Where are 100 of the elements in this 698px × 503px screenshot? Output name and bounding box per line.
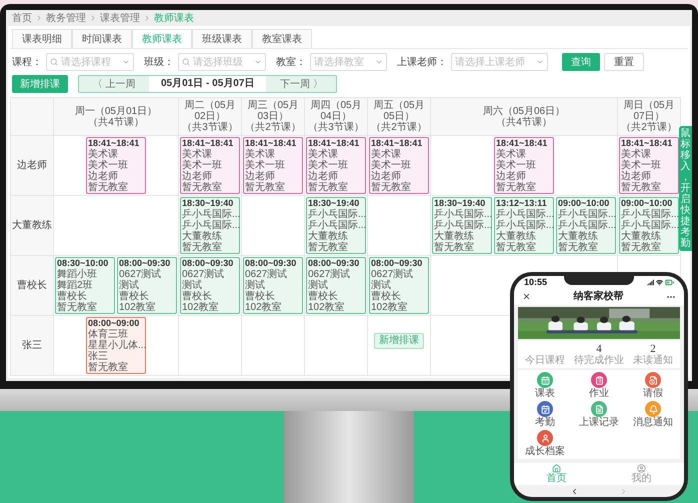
filter-label: 班级： (144, 56, 174, 70)
menu-item[interactable]: 上课记录 (572, 401, 626, 428)
lesson-text: 102教室 (182, 302, 220, 313)
tab[interactable]: 班级课表 (192, 29, 252, 48)
breadcrumb-link[interactable]: 首页 (12, 12, 32, 24)
lesson-text: 0627测试 (119, 269, 162, 280)
lesson-text: 美术一班 (371, 160, 412, 171)
lesson-text: 102教室 (245, 302, 283, 313)
tab[interactable]: 教室课表 (252, 29, 312, 48)
lesson-text: 暂无教室 (308, 182, 349, 193)
day-heading: 周三（05月03日） (246, 100, 300, 122)
lesson-card[interactable]: 08:00~09:30 0627测试 测试 曹校长 102教室 (180, 257, 240, 314)
lesson-text: 暂无教室 (57, 302, 98, 313)
lesson-count: （共3节课） (182, 122, 238, 133)
menu-item[interactable]: 消息通知 (626, 401, 680, 428)
lesson-card[interactable]: 18:41~18:41 美术课 美术一班 边老师 暂无教室 (243, 137, 303, 194)
teacher-cell: 边老师 (11, 136, 53, 195)
tab[interactable]: 课表明细 (12, 29, 72, 48)
day-heading: 周二（05月02日） (183, 100, 237, 122)
lesson-text: 美术课 (88, 149, 118, 160)
close-icon[interactable] (522, 292, 531, 301)
stat-value: 4 (596, 343, 602, 355)
reset-button[interactable]: 重置 (604, 53, 644, 71)
lesson-time: 18:30~19:40 (434, 198, 486, 208)
lesson-card[interactable]: 18:41~18:41 美术课 美术一班 边老师 暂无教室 (369, 137, 429, 194)
lesson-card[interactable]: 18:30~19:40 乒小乓国际... 乒小乓国际... 大董教练 暂无教室 (306, 197, 366, 254)
lesson-card[interactable]: 09:00~10:00 乒小乓国际... 乒小乓国际... 大董教练 暂无教室 (556, 197, 616, 254)
menu-item[interactable]: 成长档案 (518, 430, 572, 457)
lesson-card[interactable]: 18:41~18:41 美术课 美术一班 边老师 暂无教室 (494, 137, 554, 194)
breadcrumb-link[interactable]: 课表管理 (100, 12, 140, 24)
lesson-text: 张三 (88, 351, 109, 362)
lesson-time: 18:41~18:41 (496, 138, 548, 148)
lesson-text: 0627测试 (308, 269, 352, 280)
lesson-text: 边老师 (371, 171, 401, 182)
lesson-text: 边老师 (621, 171, 651, 182)
lesson-time: 18:41~18:41 (371, 138, 424, 148)
lesson-card[interactable]: 08:00~09:00 体育三班 星星小儿体... 张三 暂无教室 (86, 317, 146, 374)
breadcrumb-link[interactable]: 教务管理 (46, 12, 86, 24)
lesson-text: 乒小乓国际... (558, 220, 614, 231)
lesson-time: 08:00~09:30 (371, 258, 424, 268)
lesson-text: 边老师 (182, 171, 212, 182)
lesson-count: （共4节课） (496, 116, 552, 128)
chevron-icon (143, 14, 151, 22)
menu-item[interactable]: 作业 (572, 372, 626, 399)
lesson-card[interactable]: 18:41~18:41 美术课 美术一班 边老师 暂无教室 (86, 137, 146, 194)
lesson-card[interactable]: 08:00~09:30 0627测试 测试 曹校长 102教室 (117, 257, 177, 314)
lesson-card[interactable]: 13:12~13:11 乒小乓国际... 乒小乓国际... 大董教练 暂无教室 (494, 197, 554, 254)
previous-week-button[interactable]: 〈 上一周 (79, 76, 149, 92)
phone-notch (564, 276, 634, 285)
lesson-card[interactable]: 18:30~19:40 乒小乓国际... 乒小乓国际... 大董教练 暂无教室 (432, 197, 492, 254)
lesson-text: 乒小乓国际... (308, 220, 364, 231)
lesson-card[interactable]: 08:00~09:30 0627测试 测试 曹校长 102教室 (306, 257, 366, 314)
lesson-time: 18:41~18:41 (308, 138, 360, 148)
menu-item[interactable]: 考勤 (518, 401, 572, 428)
lesson-text: 美术一班 (88, 160, 129, 171)
back-icon[interactable] (570, 486, 579, 496)
chevron-icon (89, 14, 97, 22)
lesson-card[interactable]: 18:30~19:40 乒小乓国际... 乒小乓国际... 大董教练 暂无教室 (180, 197, 240, 254)
next-week-button[interactable]: 下一周 〉 (266, 76, 336, 92)
menu-item[interactable]: 课表 (518, 372, 572, 399)
caret-icon (254, 58, 262, 66)
lesson-text: 美术一班 (182, 160, 223, 171)
lesson-text: 美术一班 (621, 160, 662, 171)
filter-label: 上课老师： (397, 56, 447, 70)
lesson-text: 0627测试 (371, 269, 414, 280)
day-heading: 周四（05月04日） (309, 100, 363, 122)
lesson-text: 暂无教室 (621, 182, 662, 193)
lesson-card[interactable]: 09:00~10:00 乒小乓国际... 乒小乓国际... 大董教练 暂无教室 (619, 197, 679, 254)
lesson-text: 曹校长 (308, 291, 338, 302)
lesson-text: 边老师 (88, 171, 118, 182)
lesson-text: 暂无教室 (621, 242, 662, 253)
lesson-text: 乒小乓国际... (621, 220, 677, 231)
lesson-text: 大董教练 (434, 231, 475, 242)
lesson-text: 大董教练 (308, 231, 349, 242)
lesson-card[interactable]: 08:00~09:30 0627测试 测试 曹校长 102教室 (243, 257, 303, 314)
lesson-card[interactable]: 18:41~18:41 美术课 美术一班 边老师 暂无教室 (180, 137, 240, 194)
stat-label: 未读通知 (633, 355, 673, 366)
lesson-count: （共2节课） (371, 122, 427, 133)
menu-item[interactable]: 请假 (626, 372, 680, 399)
tab[interactable]: 时间课表 (72, 29, 132, 48)
lesson-text: 暂无教室 (434, 242, 475, 253)
lesson-text: 乒小乓国际... (182, 209, 238, 220)
lesson-text: 0627测试 (182, 269, 226, 280)
lesson-text: 乒小乓国际... (182, 220, 238, 231)
lesson-time: 08:00~09:30 (182, 258, 234, 268)
lesson-time: 08:00~09:00 (88, 318, 140, 328)
lesson-card[interactable]: 08:00~09:30 0627测试 测试 曹校长 102教室 (369, 257, 429, 314)
lesson-text: 0627测试 (245, 269, 288, 280)
lesson-time: 08:00~09:30 (308, 258, 360, 268)
lesson-time: 18:41~18:41 (182, 138, 234, 148)
lesson-card[interactable]: 08:30~10:00 舞蹈小班 舞蹈2班 曹校长 暂无教室 (55, 257, 115, 314)
day-heading: 周五（05月05日） (372, 100, 426, 122)
day-heading: 周日（05月07日） (622, 100, 676, 122)
lesson-text: 美术课 (496, 149, 526, 160)
lesson-text: 测试 (119, 280, 139, 291)
lesson-card[interactable]: 18:41~18:41 美术课 美术一班 边老师 暂无教室 (619, 137, 679, 194)
teacher-cell: 张三 (11, 316, 53, 375)
lesson-time: 09:00~10:00 (621, 198, 674, 208)
lesson-card[interactable]: 18:41~18:41 美术课 美术一班 边老师 暂无教室 (306, 137, 366, 194)
lesson-text: 边老师 (308, 171, 338, 182)
